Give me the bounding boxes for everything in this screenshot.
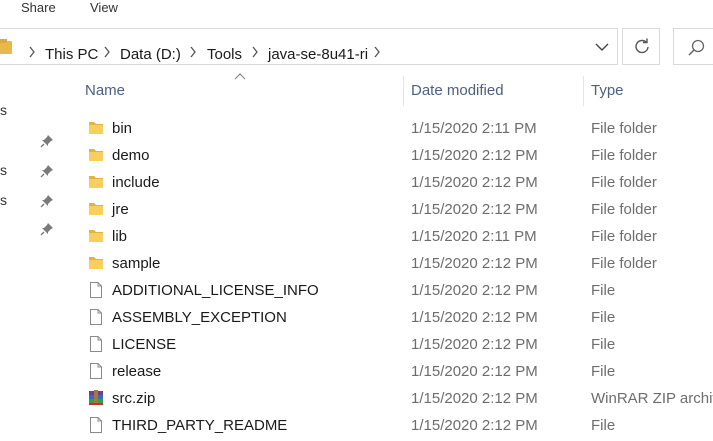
ribbon-tab-view[interactable]: View [90, 0, 118, 15]
file-row[interactable]: lib 1/15/2020 2:11 PM File folder [82, 223, 713, 250]
column-divider[interactable] [403, 76, 404, 106]
winrar-archive-icon [87, 389, 105, 407]
pin-icon[interactable] [40, 222, 54, 236]
file-row[interactable]: LICENSE 1/15/2020 2:12 PM File [82, 331, 713, 358]
nav-item-label[interactable]: s [0, 162, 7, 178]
file-row[interactable]: ADDITIONAL_LICENSE_INFO 1/15/2020 2:12 PM… [82, 277, 713, 304]
file-date-modified: 1/15/2020 2:12 PM [411, 309, 538, 326]
file-name: release [112, 363, 162, 380]
file-row[interactable]: demo 1/15/2020 2:12 PM File folder [82, 142, 713, 169]
file-name: src.zip [112, 390, 156, 407]
chevron-down-icon[interactable] [595, 42, 609, 52]
file-row[interactable]: jre 1/15/2020 2:12 PM File folder [82, 196, 713, 223]
file-row[interactable]: ASSEMBLY_EXCEPTION 1/15/2020 2:12 PM File [82, 304, 713, 331]
pin-icon[interactable] [40, 134, 54, 148]
file-date-modified: 1/15/2020 2:12 PM [411, 336, 538, 353]
chevron-right-icon[interactable] [28, 45, 36, 59]
column-header-type[interactable]: Type [591, 82, 624, 99]
file-type: WinRAR ZIP archiv [591, 390, 713, 407]
file-type: File [591, 363, 616, 380]
refresh-button[interactable] [622, 28, 660, 65]
file-date-modified: 1/15/2020 2:12 PM [411, 147, 538, 164]
file-type: File [591, 336, 616, 353]
file-name: LICENSE [112, 336, 177, 353]
navigation-pane: s s s [0, 72, 59, 441]
file-type: File [591, 282, 616, 299]
address-bar[interactable]: This PC Data (D:) Tools java-se-8u41-ri [0, 28, 618, 65]
column-header-date[interactable]: Date modified [411, 82, 504, 99]
chevron-right-icon[interactable] [373, 45, 381, 59]
column-header-name[interactable]: Name [85, 82, 125, 99]
file-type: File folder [591, 147, 657, 164]
file-row[interactable]: release 1/15/2020 2:12 PM File [82, 358, 713, 385]
file-name: demo [112, 147, 150, 164]
file-icon [87, 308, 105, 326]
file-date-modified: 1/15/2020 2:11 PM [411, 228, 537, 245]
breadcrumb-java-se[interactable]: java-se-8u41-ri [268, 46, 368, 63]
folder-location-icon [0, 39, 12, 54]
file-name: THIRD_PARTY_README [112, 417, 288, 434]
search-box[interactable] [673, 28, 713, 65]
file-name: include [112, 174, 160, 191]
chevron-right-icon[interactable] [251, 45, 259, 59]
file-row[interactable]: THIRD_PARTY_README 1/15/2020 2:12 PM File [82, 412, 713, 439]
file-name: sample [112, 255, 161, 272]
file-name: ADDITIONAL_LICENSE_INFO [112, 282, 319, 299]
file-name: bin [112, 120, 133, 137]
ribbon: Share View [0, 0, 713, 22]
file-date-modified: 1/15/2020 2:11 PM [411, 120, 537, 137]
column-divider[interactable] [583, 76, 584, 106]
chevron-right-icon[interactable] [189, 45, 197, 59]
folder-icon [87, 254, 105, 272]
breadcrumb-data-d[interactable]: Data (D:) [120, 46, 181, 63]
file-name: lib [112, 228, 128, 245]
breadcrumb-this-pc[interactable]: This PC [45, 46, 98, 63]
folder-icon [87, 146, 105, 164]
file-icon [87, 281, 105, 299]
file-name: ASSEMBLY_EXCEPTION [112, 309, 287, 326]
file-type: File folder [591, 120, 657, 137]
file-type: File [591, 309, 616, 326]
file-icon [87, 335, 105, 353]
file-date-modified: 1/15/2020 2:12 PM [411, 174, 538, 191]
file-row[interactable]: sample 1/15/2020 2:12 PM File folder [82, 250, 713, 277]
file-type: File folder [591, 228, 657, 245]
file-type: File folder [591, 174, 657, 191]
chevron-right-icon[interactable] [103, 45, 111, 59]
file-row[interactable]: bin 1/15/2020 2:11 PM File folder [82, 115, 713, 142]
sort-ascending-icon [234, 73, 246, 80]
file-date-modified: 1/15/2020 2:12 PM [411, 390, 538, 407]
file-type: File [591, 417, 616, 434]
folder-icon [87, 200, 105, 218]
breadcrumb-tools[interactable]: Tools [207, 46, 242, 63]
file-name: jre [112, 201, 129, 218]
file-date-modified: 1/15/2020 2:12 PM [411, 201, 538, 218]
folder-icon [87, 119, 105, 137]
file-date-modified: 1/15/2020 2:12 PM [411, 363, 538, 380]
file-date-modified: 1/15/2020 2:12 PM [411, 282, 538, 299]
search-icon [688, 39, 705, 56]
refresh-icon [635, 38, 649, 54]
nav-item-label[interactable]: s [0, 102, 7, 118]
pin-icon[interactable] [40, 194, 54, 208]
ribbon-tab-share[interactable]: Share [21, 0, 56, 15]
address-row: This PC Data (D:) Tools java-se-8u41-ri [0, 22, 713, 72]
folder-icon [87, 173, 105, 191]
file-date-modified: 1/15/2020 2:12 PM [411, 417, 538, 434]
folder-icon [87, 227, 105, 245]
file-icon [87, 362, 105, 380]
nav-item-label[interactable]: s [0, 192, 7, 208]
file-icon [87, 416, 105, 434]
file-row[interactable]: src.zip 1/15/2020 2:12 PM WinRAR ZIP archi… [82, 385, 713, 412]
file-type: File folder [591, 201, 657, 218]
file-row[interactable]: include 1/15/2020 2:12 PM File folder [82, 169, 713, 196]
pin-icon[interactable] [40, 164, 54, 178]
file-type: File folder [591, 255, 657, 272]
file-date-modified: 1/15/2020 2:12 PM [411, 255, 538, 272]
